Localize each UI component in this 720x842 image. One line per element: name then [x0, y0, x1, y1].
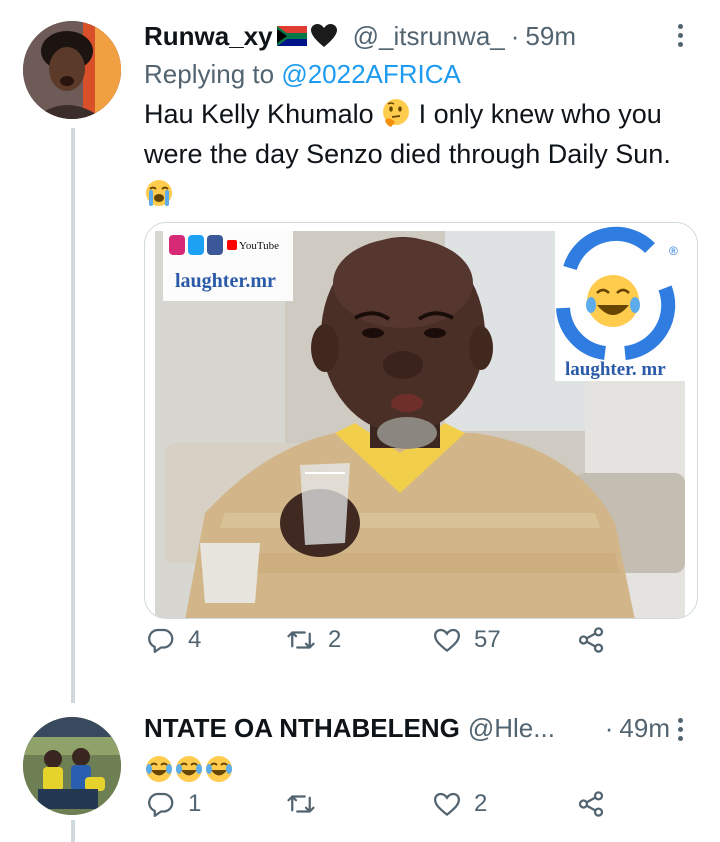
- retweet-icon: [287, 631, 315, 649]
- retweet-count: 2: [328, 626, 342, 653]
- crying-laughing-icon: [146, 756, 172, 782]
- reply-count: 4: [188, 626, 202, 653]
- meme-photo: YouTube laughter.mr ® laughter. mr: [155, 226, 685, 618]
- registered-mark: ®: [669, 244, 678, 258]
- like-count: 2: [474, 790, 488, 817]
- timestamp[interactable]: 59m: [525, 21, 576, 52]
- reply-prefix: Replying to: [144, 59, 282, 89]
- retweet-icon: [287, 795, 315, 813]
- avatar-photo: [23, 21, 121, 119]
- youtube-label: YouTube: [239, 240, 279, 252]
- share-icon: [578, 791, 604, 817]
- tweet-runwa[interactable]: Runwa_xy @_itsrunwa_ · 59m Replying to @…: [0, 0, 720, 703]
- display-name[interactable]: NTATE OA NTHABELENG: [144, 713, 460, 744]
- share-button[interactable]: [576, 787, 606, 821]
- separator-dot: ·: [510, 20, 520, 51]
- reply-icon: [148, 628, 174, 653]
- more-icon[interactable]: [676, 718, 684, 744]
- tweet-ntate[interactable]: NTATE OA NTHABELENG @Hle... · 49m 1 2: [0, 700, 720, 842]
- like-icon: [433, 628, 461, 653]
- share-button[interactable]: [576, 623, 606, 657]
- reply-to-link[interactable]: @2022AFRICA: [281, 59, 461, 89]
- watermark-right: laughter. mr: [565, 359, 666, 380]
- like-button[interactable]: 2: [432, 787, 487, 821]
- south-africa-flag-icon: [276, 26, 307, 46]
- loudly-crying-face-icon: [146, 180, 172, 206]
- replying-to: Replying to @2022AFRICA: [144, 56, 696, 92]
- avatar[interactable]: [23, 21, 121, 119]
- more-icon[interactable]: [676, 24, 684, 50]
- reply-button[interactable]: 4: [146, 623, 201, 657]
- thread-line: [71, 820, 75, 842]
- timestamp[interactable]: 49m: [619, 713, 670, 744]
- thinking-face-icon: [383, 99, 410, 127]
- reply-button[interactable]: 1: [146, 787, 201, 821]
- tweet-text: Hau Kelly Khumalo I only knew who you we…: [144, 94, 696, 214]
- avatar[interactable]: [23, 717, 121, 815]
- black-heart-icon: [310, 24, 337, 47]
- handle[interactable]: @Hle...: [468, 713, 555, 744]
- retweet-button[interactable]: 2: [286, 623, 341, 657]
- watermark-left: laughter.mr: [175, 270, 276, 292]
- handle[interactable]: @_itsrunwa_: [353, 21, 505, 52]
- tweet-text-part1: Hau Kelly Khumalo: [144, 99, 374, 129]
- thread-line: [71, 128, 75, 703]
- tweet-media-image[interactable]: YouTube laughter.mr ® laughter. mr: [144, 222, 698, 619]
- like-button[interactable]: 57: [432, 623, 501, 657]
- separator-dot: ·: [604, 712, 614, 743]
- reply-icon: [148, 792, 174, 817]
- share-icon: [578, 627, 604, 653]
- crying-laughing-icon: [206, 756, 232, 782]
- like-icon: [433, 792, 461, 817]
- tweet-text: [144, 750, 696, 790]
- avatar-photo: [23, 717, 121, 815]
- reply-count: 1: [188, 790, 202, 817]
- display-name[interactable]: Runwa_xy: [144, 21, 273, 52]
- like-count: 57: [474, 626, 501, 653]
- retweet-button[interactable]: [286, 787, 316, 821]
- crying-laughing-icon: [176, 756, 202, 782]
